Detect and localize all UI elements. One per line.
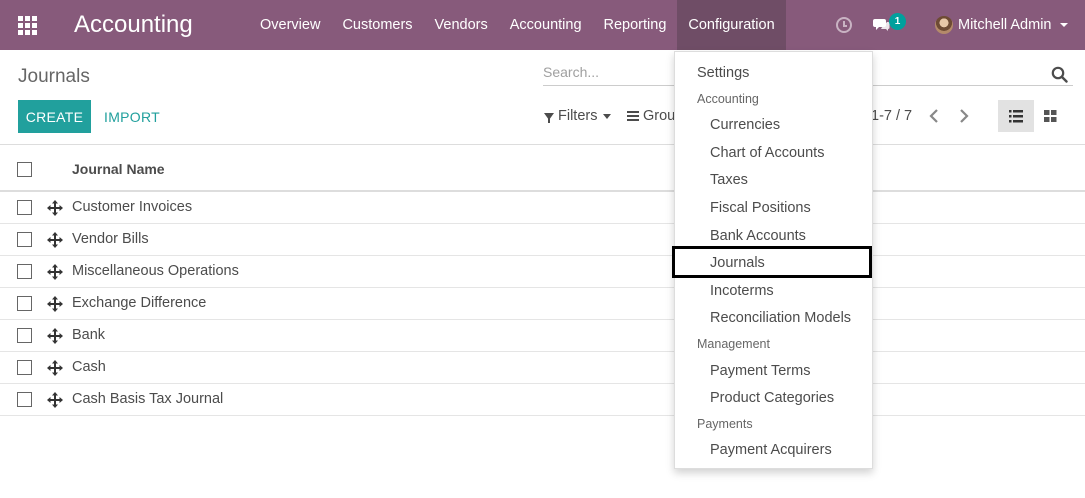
row-checkbox[interactable] [17,200,32,215]
journal-name-cell: Exchange Difference [72,295,207,311]
menu-item-settings[interactable]: Settings [697,65,749,81]
journals-table: Journal Name Customer Invoices Vendor Bil… [0,144,1085,416]
section-header-management: Management [697,337,770,351]
menu-item-fiscal-positions[interactable]: Fiscal Positions [710,200,811,216]
drag-handle-icon[interactable] [47,264,63,280]
table-row[interactable]: Vendor Bills [0,224,1085,256]
configuration-dropdown: Settings Accounting Currencies Chart of … [674,51,873,469]
menu-customers[interactable]: Customers [331,0,423,50]
menu-overview[interactable]: Overview [249,0,331,50]
filter-icon [544,112,554,123]
journal-name-cell: Cash Basis Tax Journal [72,391,224,407]
menu-item-payment-acquirers[interactable]: Payment Acquirers [710,442,832,458]
groupby-button[interactable]: Grou [627,108,675,124]
menu-item-chart-of-accounts[interactable]: Chart of Accounts [710,145,824,161]
table-row[interactable]: Customer Invoices [0,192,1085,224]
journal-name-cell: Miscellaneous Operations [72,263,239,279]
table-row[interactable]: Miscellaneous Operations [0,256,1085,288]
groupby-label: Grou [643,108,676,124]
clock-icon[interactable] [836,17,852,33]
import-button[interactable]: IMPORT [98,100,166,133]
table-row[interactable]: Cash Basis Tax Journal [0,384,1085,416]
journal-name-cell: Bank [72,327,106,343]
search-icon[interactable] [1051,66,1068,83]
menu-item-bank-accounts[interactable]: Bank Accounts [710,228,806,244]
list-view-button[interactable] [998,100,1034,132]
user-name: Mitchell Admin [958,17,1052,33]
filters-label: Filters [558,108,598,124]
menu-item-incoterms[interactable]: Incoterms [710,283,774,299]
main-menu: Overview Customers Vendors Accounting Re… [249,0,786,50]
row-checkbox[interactable] [17,232,32,247]
drag-handle-icon[interactable] [47,328,63,344]
select-all-checkbox[interactable] [17,162,32,177]
top-navbar: Accounting Overview Customers Vendors Ac… [0,0,1085,50]
user-menu[interactable]: Mitchell Admin [935,0,1069,50]
table-row[interactable]: Bank [0,320,1085,352]
chat-icon[interactable] [873,17,890,33]
menu-reporting[interactable]: Reporting [593,0,678,50]
menu-item-currencies[interactable]: Currencies [710,117,780,133]
kanban-view-button[interactable] [1038,100,1064,132]
drag-handle-icon[interactable] [47,200,63,216]
chevron-right-icon[interactable] [957,108,971,124]
chevron-left-icon[interactable] [927,108,941,124]
chevron-down-icon [1060,23,1069,27]
breadcrumb: Journals [18,66,90,87]
row-checkbox[interactable] [17,360,32,375]
drag-handle-icon[interactable] [47,360,63,376]
row-checkbox[interactable] [17,392,32,407]
avatar [935,16,953,34]
journal-name-cell: Cash [72,359,106,375]
caret-down-icon [603,113,612,119]
filters-button[interactable]: Filters [544,108,612,124]
menu-vendors[interactable]: Vendors [424,0,499,50]
menu-item-journals[interactable]: Journals [710,255,765,271]
drag-handle-icon[interactable] [47,232,63,248]
table-header: Journal Name [0,144,1085,192]
app-title[interactable]: Accounting [74,10,193,40]
row-checkbox[interactable] [17,296,32,311]
menu-item-taxes[interactable]: Taxes [710,172,748,188]
section-header-payments: Payments [697,417,753,431]
create-button[interactable]: CREATE [18,100,91,133]
menu-item-payment-terms[interactable]: Payment Terms [710,363,810,379]
list-view-icon [1009,110,1023,123]
row-checkbox[interactable] [17,328,32,343]
table-row[interactable]: Exchange Difference [0,288,1085,320]
pager-value[interactable]: 1-7 / 7 [871,108,912,124]
menu-configuration[interactable]: Configuration [677,0,786,50]
apps-grid-icon[interactable] [18,16,37,35]
kanban-view-icon [1044,110,1057,122]
section-header-accounting: Accounting [697,92,759,106]
row-checkbox[interactable] [17,264,32,279]
menu-item-reconciliation-models[interactable]: Reconciliation Models [710,310,851,326]
journal-name-cell: Customer Invoices [72,199,193,215]
drag-handle-icon[interactable] [47,392,63,408]
menu-accounting[interactable]: Accounting [499,0,593,50]
column-journal-name[interactable]: Journal Name [72,161,165,177]
drag-handle-icon[interactable] [47,296,63,312]
menu-item-product-categories[interactable]: Product Categories [710,390,834,406]
table-row[interactable]: Cash [0,352,1085,384]
groupby-icon [627,111,639,121]
journal-name-cell: Vendor Bills [72,231,149,247]
chat-badge: 1 [889,13,906,30]
